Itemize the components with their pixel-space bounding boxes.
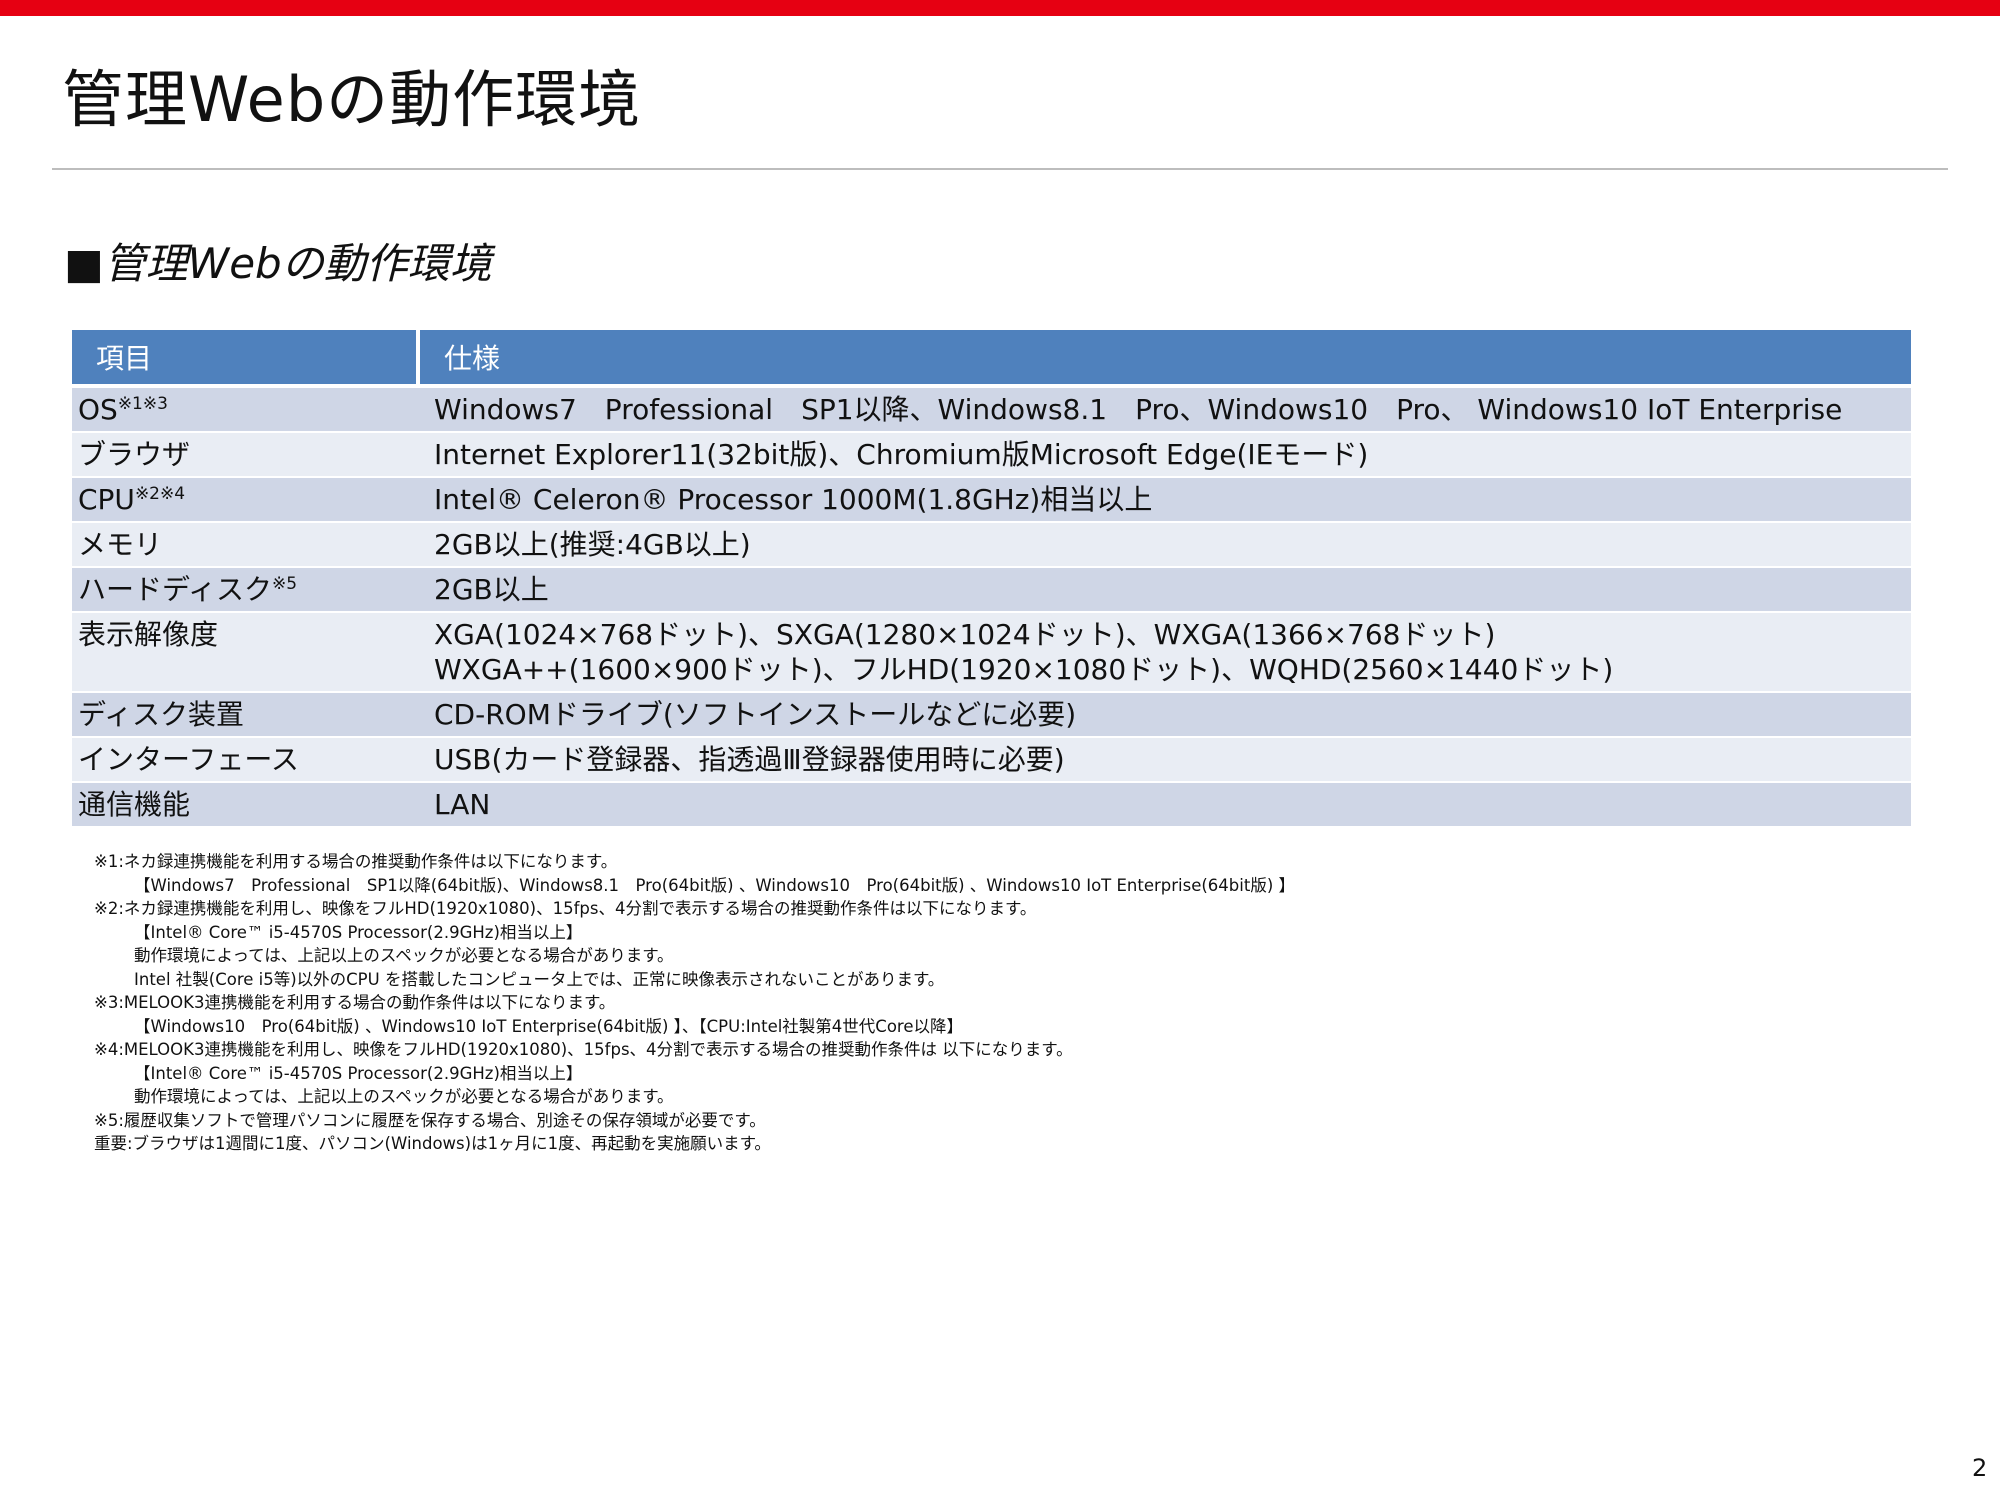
footnote-line: ※3:MELOOK3連携機能を利用する場合の動作条件は以下になります。	[94, 993, 616, 1012]
table-row: ディスク装置 CD-ROMドライブ(ソフトインストールなどに必要)	[72, 692, 1911, 738]
row-item-label: ブラウザ	[78, 438, 191, 471]
row-spec-text: XGA(1024×768ドット)、SXGA(1280×1024ドット)、WXGA…	[434, 618, 1496, 651]
table-row: OS※1※3 Windows7 Professional SP1以降、Window…	[72, 386, 1911, 433]
row-spec-text-line2: WXGA++(1600×900ドット)、フルHD(1920×1080ドット)、W…	[434, 653, 1614, 686]
row-spec-cell: Internet Explorer11(32bit版)、Chromium版Mic…	[418, 432, 1911, 478]
title-divider	[52, 168, 1948, 170]
row-spec-cell: 2GB以上(推奨:4GB以上)	[418, 522, 1911, 568]
row-item-cell: CPU※2※4	[72, 477, 418, 523]
table-row: インターフェース USB(カード登録器、指透過Ⅲ登録器使用時に必要)	[72, 737, 1911, 783]
row-item-cell: ディスク装置	[72, 692, 418, 738]
footnote-ref: ※2※4	[134, 484, 186, 504]
row-spec-text: Intel® Celeron® Processor 1000M(1.8GHz)相…	[434, 483, 1153, 516]
column-header-item: 項目	[72, 330, 418, 388]
table-row: ハードディスク※5 2GB以上	[72, 567, 1911, 613]
row-spec-cell: LAN	[418, 782, 1911, 828]
row-item-label: OS	[78, 393, 118, 426]
section-heading: ■管理Webの動作環境	[64, 239, 492, 288]
row-item-cell: メモリ	[72, 522, 418, 568]
footnote-line: 【Windows10 Pro(64bit版) 、Windows10 IoT En…	[134, 1016, 963, 1036]
row-item-label: CPU	[78, 483, 135, 516]
row-spec-cell: CD-ROMドライブ(ソフトインストールなどに必要)	[418, 692, 1911, 738]
column-header-spec: 仕様	[416, 330, 1911, 388]
table-row: CPU※2※4 Intel® Celeron® Processor 1000M(1…	[72, 477, 1911, 523]
row-item-cell: OS※1※3	[72, 386, 418, 433]
footnote-line: 重要:ブラウザは1週間に1度、パソコン(Windows)は1ヶ月に1度、再起動を…	[94, 1134, 771, 1153]
row-item-label: 表示解像度	[78, 618, 219, 651]
footnote-ref: ※1※3	[117, 394, 168, 414]
footnote-line: ※5:履歴収集ソフトで管理パソコンに履歴を保存する場合、別途その保存領域が必要で…	[94, 1110, 766, 1130]
row-spec-cell: Intel® Celeron® Processor 1000M(1.8GHz)相…	[418, 477, 1911, 523]
row-item-cell: インターフェース	[72, 737, 418, 783]
table-row: 通信機能 LAN	[72, 782, 1911, 828]
page-title: 管理Webの動作環境	[62, 63, 642, 136]
spec-table: 項目 仕様 OS※1※3 Windows7 Professional SP1以降、…	[72, 330, 1911, 828]
footnotes: ※1:ネカ録連携機能を利用する場合の推奨動作条件は以下になります。【Window…	[94, 850, 1894, 1156]
row-item-cell: 表示解像度	[72, 612, 418, 693]
footnote-line: ※2:ネカ録連携機能を利用し、映像をフルHD(1920x1080)、15fps、…	[94, 899, 1037, 918]
row-spec-text: Windows7 Professional SP1以降、Windows8.1 P…	[434, 393, 1843, 426]
footnote-line: Intel 社製(Core i5等)以外のCPU を搭載したコンピュータ上では、…	[134, 969, 945, 989]
row-item-label: ハードディスク	[78, 573, 273, 606]
row-spec-cell: 2GB以上	[418, 567, 1911, 613]
row-item-label: メモリ	[78, 528, 163, 561]
row-spec-text: CD-ROMドライブ(ソフトインストールなどに必要)	[434, 698, 1077, 731]
table-body: OS※1※3 Windows7 Professional SP1以降、Window…	[72, 386, 1911, 828]
row-spec-cell: Windows7 Professional SP1以降、Windows8.1 P…	[418, 386, 1911, 433]
footnote-line: 【Intel® Core™ i5-4570S Processor(2.9GHz)…	[134, 922, 583, 942]
row-item-cell: ブラウザ	[72, 432, 418, 478]
row-item-label: 通信機能	[78, 788, 191, 821]
page-number: 2	[1972, 1454, 1988, 1482]
table-row: ブラウザ Internet Explorer11(32bit版)、Chromium…	[72, 432, 1911, 478]
row-item-label: インターフェース	[78, 743, 299, 776]
top-accent-bar	[0, 0, 2000, 16]
footnote-line: ※4:MELOOK3連携機能を利用し、映像をフルHD(1920x1080)、15…	[94, 1040, 1073, 1059]
footnote-line: 【Windows7 Professional SP1以降(64bit版)、Win…	[134, 875, 1296, 895]
row-spec-cell: USB(カード登録器、指透過Ⅲ登録器使用時に必要)	[418, 737, 1911, 783]
table-row: 表示解像度 XGA(1024×768ドット)、SXGA(1280×1024ドット)…	[72, 612, 1911, 693]
row-item-cell: 通信機能	[72, 782, 418, 828]
row-spec-text: USB(カード登録器、指透過Ⅲ登録器使用時に必要)	[434, 743, 1065, 776]
footnote-line: 【Intel® Core™ i5-4570S Processor(2.9GHz)…	[134, 1063, 583, 1083]
table-row: メモリ 2GB以上(推奨:4GB以上)	[72, 522, 1911, 568]
row-spec-cell: XGA(1024×768ドット)、SXGA(1280×1024ドット)、WXGA…	[418, 612, 1911, 693]
footnote-line: 動作環境によっては、上記以上のスペックが必要となる場合があります。	[134, 946, 674, 965]
row-spec-text: LAN	[434, 788, 491, 821]
row-item-label: ディスク装置	[78, 698, 245, 731]
row-spec-text: 2GB以上(推奨:4GB以上)	[434, 528, 751, 561]
row-spec-text: Internet Explorer11(32bit版)、Chromium版Mic…	[434, 438, 1369, 471]
footnote-line: 動作環境によっては、上記以上のスペックが必要となる場合があります。	[134, 1087, 674, 1106]
row-spec-text: 2GB以上	[434, 573, 549, 606]
table-header-row: 項目 仕様	[72, 330, 1911, 388]
row-item-cell: ハードディスク※5	[72, 567, 418, 613]
footnote-line: ※1:ネカ録連携機能を利用する場合の推奨動作条件は以下になります。	[94, 852, 618, 871]
footnote-ref: ※5	[272, 574, 298, 594]
